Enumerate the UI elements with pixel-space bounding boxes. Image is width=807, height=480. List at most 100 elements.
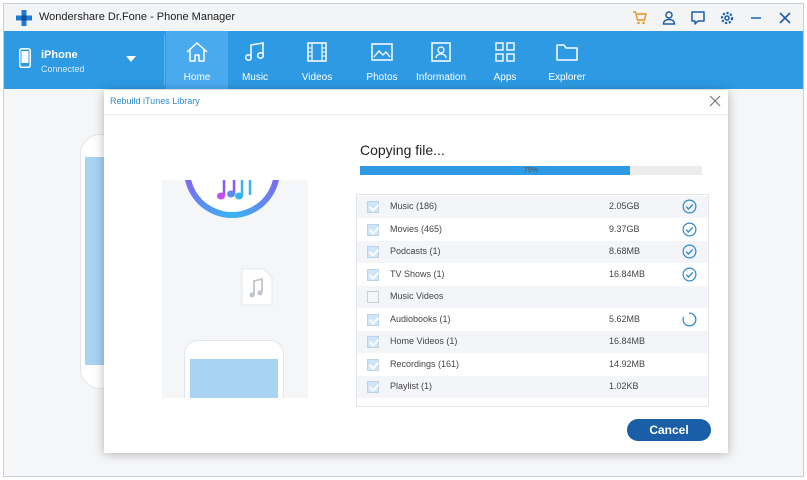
item-name: Podcasts (1) — [390, 246, 441, 256]
cart-button[interactable] — [627, 5, 652, 30]
tab-home[interactable]: Home — [166, 31, 228, 89]
device-selector[interactable]: iPhone Connected — [4, 31, 159, 89]
tab-label: Music — [241, 72, 269, 83]
device-status: Connected — [41, 64, 85, 74]
tab-information[interactable]: Information — [410, 31, 472, 89]
apps-grid-icon — [495, 42, 515, 62]
account-button[interactable] — [656, 5, 681, 30]
image-icon — [371, 43, 393, 61]
item-checkbox[interactable] — [367, 201, 379, 213]
list-item: Podcasts (1) 8.68MB — [357, 241, 708, 263]
item-size: 9.37GB — [609, 223, 640, 234]
settings-button[interactable] — [714, 5, 739, 30]
phone-illustration-screen — [190, 359, 278, 398]
phone-illustration — [184, 340, 284, 398]
feedback-icon — [690, 10, 705, 25]
item-name: Audiobooks (1) — [390, 313, 451, 324]
item-size: 16.84MB — [609, 336, 646, 346]
close-window-button[interactable] — [772, 5, 797, 30]
folder-icon — [556, 44, 578, 61]
item-size: 2.05GB — [609, 201, 640, 211]
progress-percent-label: 79% — [523, 167, 538, 174]
item-checkbox[interactable] — [367, 268, 379, 281]
item-size: 16.84MB — [609, 268, 646, 279]
window-controls — [627, 4, 797, 31]
music-notes-icon — [217, 180, 252, 200]
tab-music[interactable]: Music — [224, 31, 286, 89]
music-file-icon — [241, 268, 273, 306]
list-item: TV Shows (1) 16.84MB — [357, 263, 708, 286]
transfer-illustration — [162, 180, 308, 398]
music-icon — [244, 42, 265, 62]
tab-label: Apps — [493, 72, 517, 83]
item-name: Recordings (161) — [390, 358, 460, 369]
item-size: 8.68MB — [609, 246, 641, 256]
library-items-list: Music (186) 2.05GB Movies (465) 9.37GB Podca… — [356, 194, 709, 407]
check-circle-icon — [682, 222, 697, 236]
user-icon — [662, 10, 675, 25]
dialog-close-icon[interactable] — [708, 94, 722, 108]
contact-card-icon — [431, 42, 451, 62]
item-name: Home Videos (1) — [390, 336, 458, 346]
loading-spinner-icon — [682, 311, 697, 327]
main-nav: iPhone Connected Home Music Videos Photo… — [4, 31, 803, 89]
tab-label: Videos — [301, 72, 333, 83]
itunes-logo-inner — [190, 180, 274, 212]
minimize-icon — [750, 16, 761, 19]
dialog-title: Rebuild iTunes Library — [110, 96, 200, 106]
rebuild-itunes-dialog: Rebuild iTunes Library Copying file... 7… — [104, 90, 728, 453]
item-checkbox[interactable] — [367, 246, 379, 258]
item-checkbox[interactable] — [367, 313, 379, 326]
check-circle-icon — [682, 199, 697, 214]
film-icon — [307, 42, 327, 62]
caret-down-icon[interactable] — [126, 56, 136, 63]
item-name: Movies (465) — [390, 223, 443, 234]
list-item: Music (186) 2.05GB — [357, 196, 708, 218]
tab-label: Explorer — [548, 72, 586, 83]
home-icon — [186, 42, 208, 62]
item-checkbox[interactable] — [367, 223, 379, 236]
tab-explorer[interactable]: Explorer — [536, 31, 598, 89]
item-size: 14.92MB — [609, 358, 646, 369]
check-circle-icon — [682, 267, 697, 281]
item-checkbox[interactable] — [367, 291, 379, 303]
item-checkbox[interactable] — [367, 336, 379, 348]
list-item: Audiobooks (1) 5.62MB — [357, 308, 708, 331]
tab-label: Photos — [366, 72, 398, 83]
nav-divider — [164, 35, 165, 85]
cancel-button[interactable]: Cancel — [627, 419, 711, 441]
dialog-header-divider — [104, 114, 728, 115]
app-title: Wondershare Dr.Fone - Phone Manager — [39, 11, 236, 23]
item-name: Playlist (1) — [390, 381, 433, 391]
title-bar: Wondershare Dr.Fone - Phone Manager — [4, 4, 803, 31]
tab-apps[interactable]: Apps — [474, 31, 536, 89]
gear-icon — [720, 11, 733, 24]
phone-icon — [19, 48, 31, 68]
list-item: Music Videos — [357, 286, 708, 308]
item-name: Music Videos — [390, 291, 444, 301]
item-size: 5.62MB — [609, 313, 641, 324]
copying-status-title: Copying file... — [360, 142, 445, 158]
list-item: Playlist (1) 1.02KB — [357, 376, 708, 398]
device-name: iPhone — [41, 49, 78, 61]
list-item: Home Videos (1) 16.84MB — [357, 331, 708, 353]
itunes-logo-icon — [184, 180, 280, 218]
feedback-button[interactable] — [685, 5, 710, 30]
item-name: TV Shows (1) — [390, 268, 445, 279]
item-name: Music (186) — [390, 201, 438, 211]
item-checkbox[interactable] — [367, 381, 379, 393]
tab-photos[interactable]: Photos — [351, 31, 413, 89]
check-circle-icon — [682, 244, 697, 259]
item-size: 1.02KB — [609, 381, 639, 391]
list-item: Movies (465) 9.37GB — [357, 218, 708, 241]
drfone-logo-icon — [16, 10, 32, 26]
minimize-button[interactable] — [743, 5, 768, 30]
tab-label: Information — [415, 72, 467, 83]
copy-progress-bar: 79% — [360, 166, 702, 175]
tab-label: Home — [183, 72, 211, 83]
tab-videos[interactable]: Videos — [286, 31, 348, 89]
cart-icon — [632, 10, 647, 24]
close-icon — [778, 11, 791, 24]
item-checkbox[interactable] — [367, 358, 379, 371]
list-item: Recordings (161) 14.92MB — [357, 353, 708, 376]
